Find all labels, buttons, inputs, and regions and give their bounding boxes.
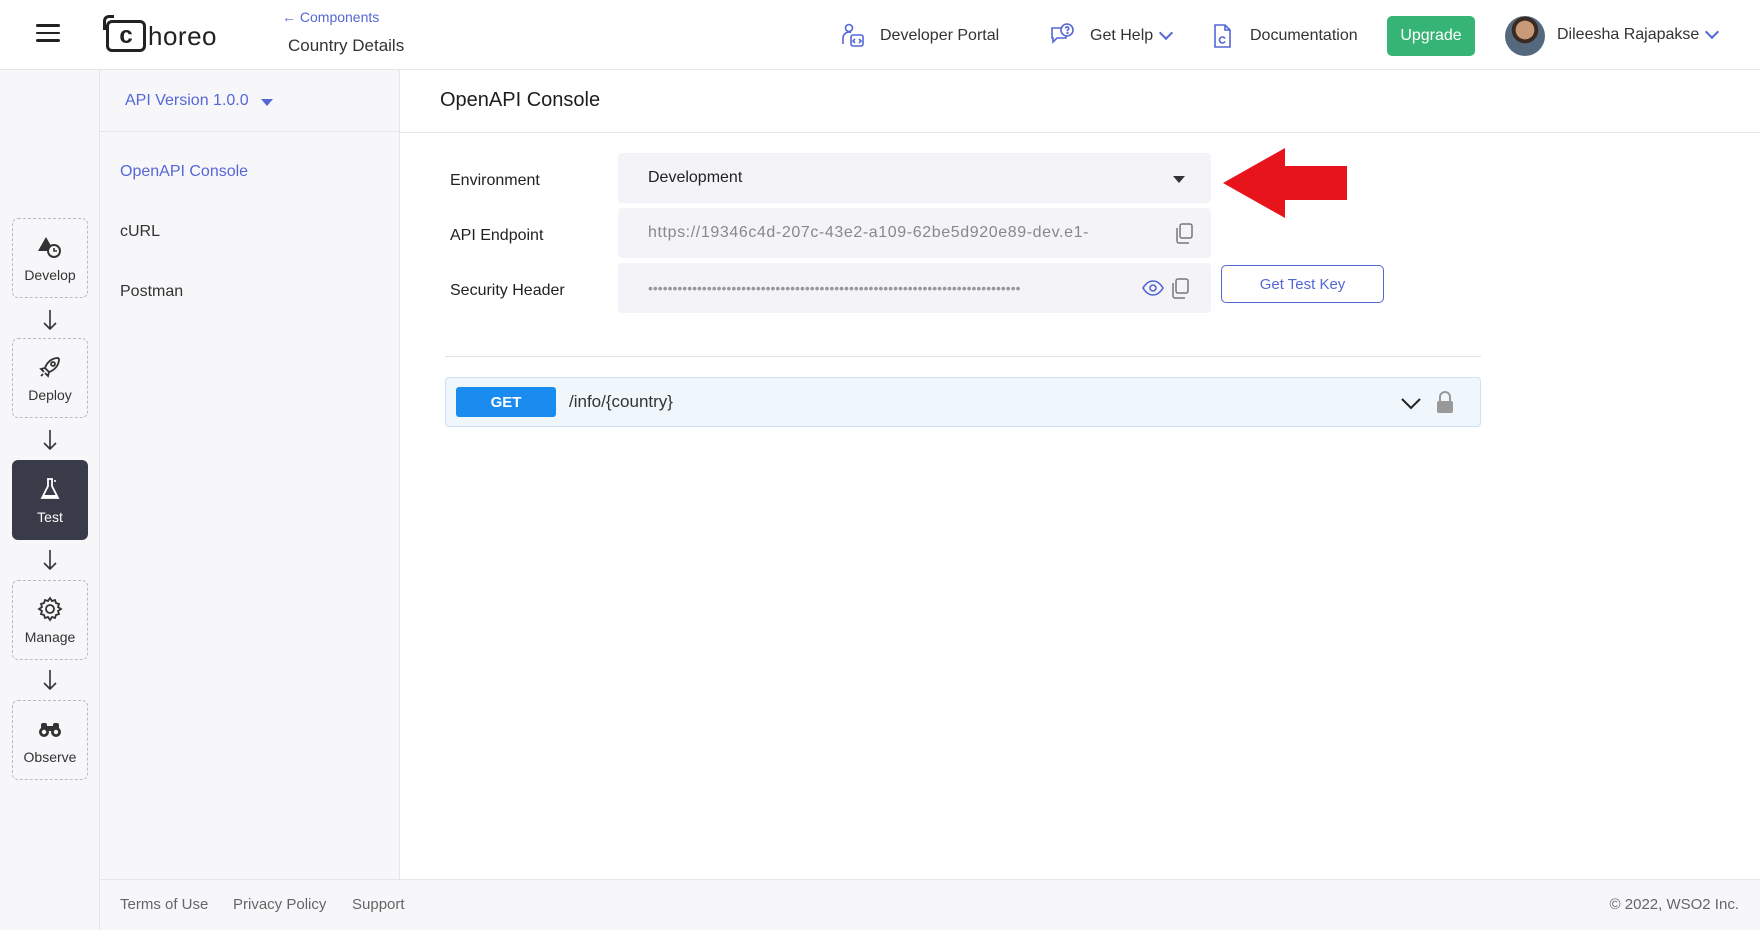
environment-label: Environment — [450, 172, 540, 189]
annotation-arrow-icon — [1223, 148, 1347, 218]
api-version-select[interactable]: API Version 1.0.0 — [125, 92, 273, 110]
terms-link[interactable]: Terms of Use — [120, 896, 208, 913]
chevron-down-icon[interactable] — [1399, 391, 1423, 415]
arrow-down-icon — [43, 670, 57, 691]
console-subnav: API Version 1.0.0 OpenAPI Console cURL P… — [100, 70, 400, 880]
rail-step-label: Manage — [24, 629, 76, 645]
lifecycle-rail: Develop Deploy Test Manage Observe — [0, 70, 100, 930]
security-header-label: Security Header — [450, 282, 565, 299]
document-icon — [1208, 22, 1236, 50]
rail-step-label: Develop — [24, 267, 76, 283]
breadcrumb-back-link[interactable]: ← Components — [282, 9, 379, 25]
arrow-down-icon — [43, 310, 57, 331]
arrow-down-icon — [43, 430, 57, 451]
copy-icon[interactable] — [1174, 222, 1194, 244]
hamburger-menu-icon[interactable] — [36, 24, 60, 44]
top-header: c horeo ← Components Country Details Dev… — [0, 0, 1760, 70]
developer-portal-icon — [838, 22, 866, 50]
get-help-label: Get Help — [1090, 27, 1154, 44]
environment-select[interactable]: Development — [618, 153, 1211, 203]
rail-step-observe[interactable]: Observe — [12, 700, 88, 780]
rocket-icon — [36, 353, 64, 381]
api-endpoint-label: API Endpoint — [450, 227, 544, 244]
rail-step-deploy[interactable]: Deploy — [12, 338, 88, 418]
documentation-label: Documentation — [1250, 27, 1358, 44]
rail-step-label: Observe — [23, 749, 77, 765]
binoculars-icon — [36, 715, 64, 743]
divider — [100, 131, 400, 132]
user-name: Dileesha Rajapakse — [1557, 26, 1700, 43]
get-help-menu[interactable]: Get Help — [1048, 20, 1174, 52]
gear-icon — [36, 595, 64, 623]
privacy-link[interactable]: Privacy Policy — [233, 896, 326, 913]
user-menu[interactable]: Dileesha Rajapakse — [1557, 24, 1720, 44]
divider — [445, 356, 1481, 357]
documentation-link[interactable]: Documentation — [1208, 20, 1358, 52]
divider — [400, 132, 1760, 133]
footer: Terms of Use Privacy Policy Support © 20… — [100, 879, 1760, 930]
chevron-down-icon — [1159, 25, 1174, 41]
rail-step-test[interactable]: Test — [12, 460, 88, 540]
rail-step-label: Deploy — [28, 387, 72, 403]
security-header-field[interactable]: ••••••••••••••••••••••••••••••••••••••••… — [618, 263, 1211, 313]
logo-letter: c — [103, 15, 146, 52]
choreo-logo[interactable]: c horeo — [103, 15, 217, 56]
environment-value: Development — [648, 169, 743, 186]
rail-step-label: Test — [37, 509, 63, 525]
help-chat-icon — [1048, 22, 1076, 50]
upgrade-button[interactable]: Upgrade — [1387, 16, 1475, 56]
lock-icon[interactable] — [1434, 390, 1456, 414]
caret-down-icon — [260, 99, 273, 106]
copy-icon[interactable] — [1170, 277, 1190, 299]
eye-icon[interactable] — [1142, 278, 1164, 298]
copyright: © 2022, WSO2 Inc. — [1609, 896, 1739, 913]
caret-down-icon — [1173, 176, 1185, 183]
page-title: OpenAPI Console — [440, 89, 601, 111]
flask-icon — [36, 475, 64, 503]
get-test-key-button[interactable]: Get Test Key — [1221, 265, 1384, 303]
subnav-item-openapi-console[interactable]: OpenAPI Console — [120, 163, 248, 181]
developer-portal-label: Developer Portal — [880, 27, 1000, 44]
support-link[interactable]: Support — [352, 896, 405, 913]
arrow-down-icon — [43, 550, 57, 571]
api-endpoint-field[interactable]: https://19346c4d-207c-43e2-a109-62be5d92… — [618, 208, 1211, 258]
chevron-down-icon — [1705, 24, 1720, 40]
subnav-item-curl[interactable]: cURL — [120, 223, 160, 241]
security-header-value: ••••••••••••••••••••••••••••••••••••••••… — [648, 280, 1021, 296]
subnav-item-postman[interactable]: Postman — [120, 283, 183, 301]
user-avatar[interactable] — [1505, 16, 1545, 56]
operation-path: /info/{country} — [569, 392, 673, 411]
breadcrumb-title: Country Details — [288, 36, 405, 55]
rail-step-manage[interactable]: Manage — [12, 580, 88, 660]
api-endpoint-value: https://19346c4d-207c-43e2-a109-62be5d92… — [648, 224, 1089, 241]
operation-row[interactable]: GET /info/{country} — [445, 377, 1481, 427]
api-version-label: API Version 1.0.0 — [125, 92, 249, 109]
logo-text: horeo — [148, 20, 217, 51]
http-method-badge: GET — [456, 387, 556, 417]
rail-step-develop[interactable]: Develop — [12, 218, 88, 298]
develop-icon — [36, 233, 64, 261]
developer-portal-link[interactable]: Developer Portal — [838, 20, 999, 52]
